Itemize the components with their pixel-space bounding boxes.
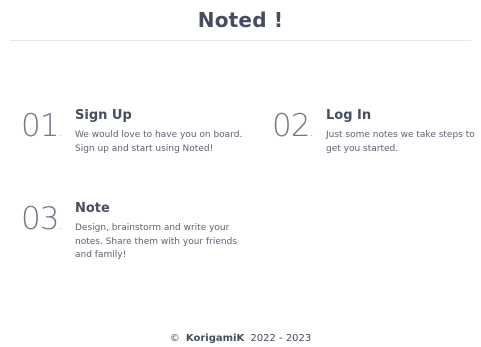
footer-years: 2022 - 2023 [250,333,312,344]
app-title: Noted ! [197,8,284,32]
step-number: 02. [272,109,314,149]
step-title: Note [75,201,110,216]
step-number: 01. [21,109,63,149]
footer: © KorigamiK 2022 - 2023 [0,332,481,345]
step-description: We would love to have you on board. Sign… [75,130,243,154]
header: Noted ! [10,0,471,41]
step-content: Log In Just some notes we take steps to … [326,108,481,156]
step-number-dot: . [309,124,314,140]
step-description: Design, brainstorm and write your notes.… [75,223,237,260]
step-number-dot: . [58,217,63,233]
step-description: Just some notes we take steps to get you… [326,130,475,154]
step-content: Note Design, brainstorm and write your n… [75,201,247,263]
step-number: 03. [21,202,63,242]
step-number-value: 03 [21,201,59,237]
step-title: Sign Up [75,108,132,123]
step-title: Log In [326,108,372,123]
copyright-icon: © [169,333,180,344]
step-number-dot: . [58,124,63,140]
step-number-value: 02 [272,108,310,144]
footer-brand-link[interactable]: KorigamiK [186,333,244,344]
step-content: Sign Up We would love to have you on boa… [75,108,245,156]
step-number-value: 01 [21,108,59,144]
